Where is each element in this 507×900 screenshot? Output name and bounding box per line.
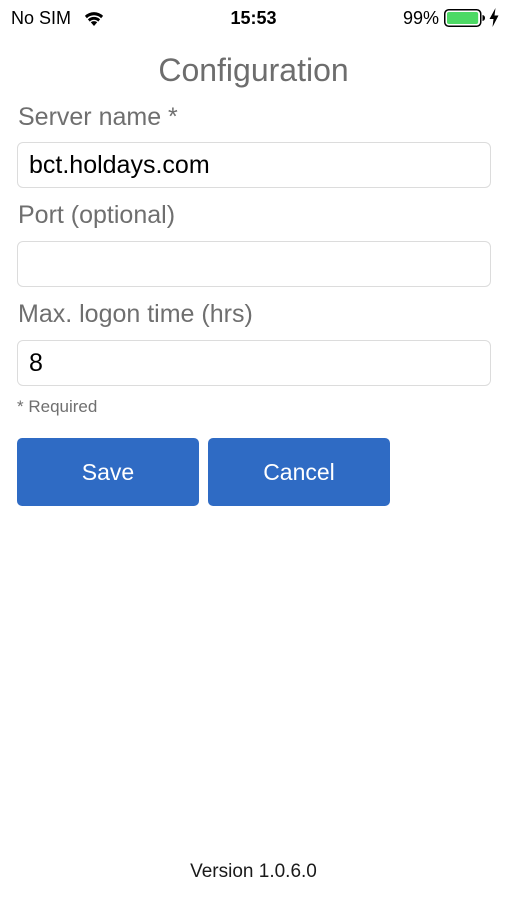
battery-percent: 99% <box>402 8 439 28</box>
server-name-input[interactable] <box>17 142 491 188</box>
required-note: * Required <box>17 397 98 416</box>
version-label: Version 1.0.6.0 <box>190 861 317 882</box>
max-logon-time-input[interactable] <box>17 340 491 386</box>
cancel-button[interactable]: Cancel <box>208 438 390 506</box>
battery-icon <box>444 9 485 27</box>
port-input[interactable] <box>17 241 491 287</box>
port-label: Port (optional) <box>18 201 176 229</box>
page-title: Configuration <box>158 52 349 88</box>
max-logon-time-label: Max. logon time (hrs) <box>18 300 253 328</box>
status-bar: No SIM 15:53 99% <box>0 0 507 36</box>
charging-bolt-icon <box>489 8 499 27</box>
save-button[interactable]: Save <box>17 438 199 506</box>
server-name-label: Server name * <box>18 103 178 131</box>
